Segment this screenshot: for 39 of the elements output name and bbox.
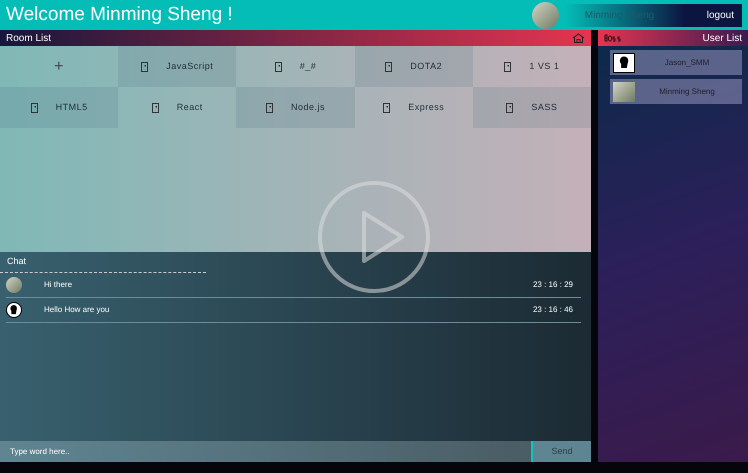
chat-title: Chat [0, 252, 206, 272]
room-tile[interactable]: JavaScript [118, 46, 236, 87]
user-list-item[interactable]: Jason_SMM [610, 50, 742, 75]
door-icon [385, 62, 392, 72]
avatar-icon [613, 82, 635, 102]
room-list-title: Room List [6, 32, 52, 46]
door-icon [383, 102, 390, 112]
room-tile[interactable]: Node.js [236, 87, 355, 128]
door-icon [506, 102, 514, 112]
room-tile[interactable]: #_# [236, 46, 355, 87]
avatar-icon [6, 276, 22, 292]
door-icon [141, 62, 148, 72]
play-icon[interactable] [317, 180, 431, 294]
door-icon [266, 102, 273, 112]
home-icon[interactable] [572, 33, 585, 43]
user-list-item[interactable]: Minming Sheng [610, 79, 742, 104]
room-tile[interactable]: DOTA2 [354, 46, 473, 87]
user-avatar [532, 2, 559, 28]
user-list-title: User List [702, 32, 742, 46]
door-icon [504, 62, 512, 72]
avatar-icon [613, 52, 635, 72]
door-icon [152, 102, 159, 112]
message-text: Hello How are you [44, 304, 110, 316]
room-tile[interactable]: 1 VS 1 [472, 46, 591, 87]
door-icon [30, 102, 38, 112]
room-tile[interactable]: React [118, 87, 236, 128]
avatar-icon [6, 302, 22, 318]
message-text: Hi there [44, 278, 74, 290]
logout-link[interactable]: logout [684, 4, 742, 26]
room-tile[interactable]: Express [354, 87, 473, 128]
message-time: 23 : 16 : 29 [532, 278, 573, 290]
message-input[interactable]: Type word here.. [0, 441, 531, 462]
add-room-button[interactable]: + [0, 46, 118, 87]
message-time: 23 : 16 : 46 [532, 304, 573, 316]
room-tile[interactable]: SASS [472, 87, 591, 128]
room-tile[interactable]: HTML5 [0, 87, 118, 128]
page-title: Welcome Minming Sheng ! [6, 2, 234, 27]
door-icon [274, 62, 282, 72]
logo-icon [604, 34, 621, 42]
